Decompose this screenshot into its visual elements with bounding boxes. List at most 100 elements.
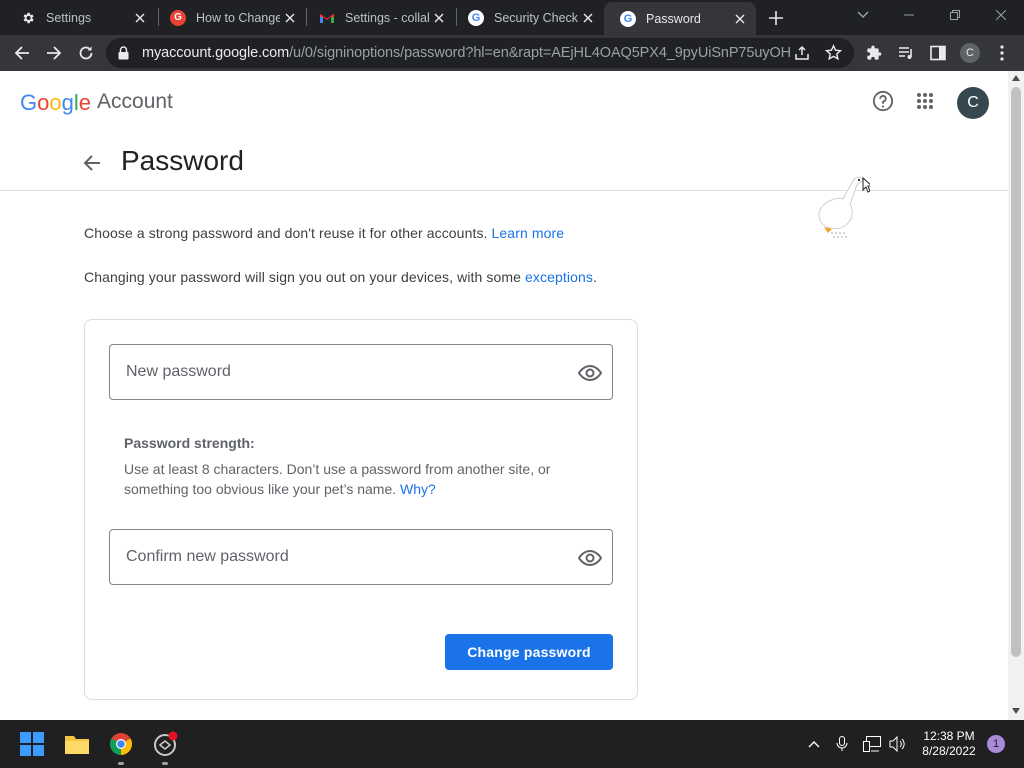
google-account-logo[interactable]: Google Account: [20, 90, 173, 116]
share-icon[interactable]: [794, 45, 810, 66]
folder-icon: [65, 736, 89, 754]
close-icon[interactable]: [431, 10, 447, 26]
close-icon[interactable]: [282, 10, 298, 26]
logo-letter: o: [49, 90, 62, 115]
extensions-button[interactable]: [860, 39, 888, 67]
reload-button[interactable]: [72, 39, 100, 67]
file-explorer-button[interactable]: [62, 729, 92, 759]
scroll-thumb[interactable]: [1011, 87, 1021, 657]
new-tab-button[interactable]: [766, 8, 786, 28]
playlist-icon: [899, 47, 912, 59]
restore-button[interactable]: [932, 0, 978, 30]
restore-icon: [950, 10, 960, 20]
page-title: Password: [121, 145, 244, 176]
arrow-right-icon: [47, 46, 62, 60]
media-button[interactable]: [892, 39, 920, 67]
tab-password[interactable]: G Password: [604, 2, 756, 35]
learn-more-link[interactable]: Learn more: [492, 225, 565, 241]
chrome-icon: [110, 733, 132, 755]
minimize-icon: [904, 14, 914, 16]
confirm-password-placeholder: Confirm new password: [126, 548, 289, 565]
back-button[interactable]: [8, 39, 36, 67]
signout-end: .: [592, 269, 597, 285]
start-button[interactable]: [17, 729, 47, 759]
windows-taskbar: 12:38 PM 8/28/2022 1: [0, 720, 1024, 768]
help-icon: [872, 90, 894, 112]
new-password-placeholder: New password: [126, 363, 231, 380]
change-password-button[interactable]: Change password: [445, 634, 613, 670]
google-icon: G: [620, 10, 636, 27]
network-button[interactable]: [862, 734, 882, 754]
close-icon: [996, 10, 1006, 20]
tab-how-to-change[interactable]: G How to Change: [154, 0, 306, 35]
confirm-password-field[interactable]: Confirm new password: [109, 529, 613, 585]
eye-icon[interactable]: [578, 546, 602, 570]
account-avatar[interactable]: C: [957, 87, 989, 119]
password-strength-label: Password strength:: [124, 435, 255, 451]
new-password-field[interactable]: New password: [109, 344, 613, 400]
close-window-button[interactable]: [978, 0, 1024, 30]
notification-badge[interactable]: 1: [987, 735, 1005, 753]
microphone-icon: [836, 736, 848, 751]
star-icon[interactable]: [824, 44, 843, 66]
url-text[interactable]: myaccount.google.com/u/0/signinoptions/p…: [142, 45, 792, 61]
running-indicator: [118, 762, 124, 765]
scroll-down-icon: [1012, 708, 1020, 714]
intro-text: Choose a strong password and don't reuse…: [84, 225, 492, 241]
app-icon: [154, 731, 178, 756]
speaker-icon: [889, 736, 905, 752]
eye-icon[interactable]: [578, 361, 602, 385]
tab-settings[interactable]: Settings: [4, 0, 156, 35]
google-icon: G: [468, 9, 484, 26]
help-button[interactable]: [871, 89, 895, 113]
forward-button[interactable]: [40, 39, 68, 67]
browser-toolbar: myaccount.google.com/u/0/signinoptions/p…: [0, 35, 1024, 71]
tab-label: Security Checkup: [494, 10, 578, 25]
network-icon: [863, 736, 881, 752]
microphone-button[interactable]: [832, 734, 852, 754]
logo-letter: e: [78, 90, 92, 115]
intro-paragraph: Choose a strong password and don't reuse…: [84, 225, 564, 241]
close-icon[interactable]: [732, 11, 748, 27]
why-link[interactable]: Why?: [400, 481, 436, 497]
signout-paragraph: Changing your password will sign you out…: [84, 269, 597, 285]
show-hidden-icons-button[interactable]: [804, 734, 824, 754]
page-content: Google Account C Password Choose a stron…: [0, 71, 1008, 720]
tab-search-button[interactable]: [840, 0, 886, 30]
windows-logo-icon: [20, 732, 44, 756]
volume-button[interactable]: [888, 734, 908, 754]
minimize-button[interactable]: [886, 0, 932, 30]
tab-label: Settings - collab: [345, 10, 429, 25]
tab-gmail-settings[interactable]: Settings - collab: [303, 0, 455, 35]
menu-button[interactable]: [988, 39, 1016, 67]
logo-letter: o: [37, 90, 50, 115]
profile-button[interactable]: C: [956, 39, 984, 67]
clock-time: 12:38 PM: [923, 729, 975, 743]
more-vertical-icon: [1000, 45, 1004, 61]
lock-icon[interactable]: [118, 46, 129, 65]
exceptions-link[interactable]: exceptions: [525, 269, 593, 285]
chrome-taskbar-button[interactable]: [106, 729, 136, 759]
goose-icon: [818, 176, 870, 238]
puzzle-icon: [867, 45, 882, 60]
taskbar-clock[interactable]: 12:38 PM 8/28/2022: [916, 729, 982, 759]
tab-label: How to Change: [196, 10, 280, 25]
arrow-left-icon: [14, 46, 29, 60]
app-taskbar-button[interactable]: [150, 729, 180, 759]
scroll-up-icon: [1012, 75, 1020, 81]
logo-letter: G: [20, 90, 38, 115]
chevron-up-icon: [808, 741, 820, 748]
close-icon[interactable]: [132, 10, 148, 26]
side-panel-icon: [930, 45, 946, 61]
tab-strip: Settings G How to Change Settings - coll…: [0, 0, 1024, 35]
password-strength-help: Use at least 8 characters. Don’t use a p…: [124, 459, 594, 499]
address-bar[interactable]: myaccount.google.com/u/0/signinoptions/p…: [106, 38, 854, 68]
close-icon[interactable]: [580, 10, 596, 26]
gear-icon: [20, 10, 36, 26]
page-scrollbar[interactable]: [1008, 71, 1024, 720]
tab-security-checkup[interactable]: G Security Checkup: [452, 0, 604, 35]
running-indicator: [162, 762, 168, 765]
side-panel-button[interactable]: [924, 39, 952, 67]
apps-button[interactable]: [913, 89, 937, 113]
back-arrow-button[interactable]: [80, 151, 104, 175]
